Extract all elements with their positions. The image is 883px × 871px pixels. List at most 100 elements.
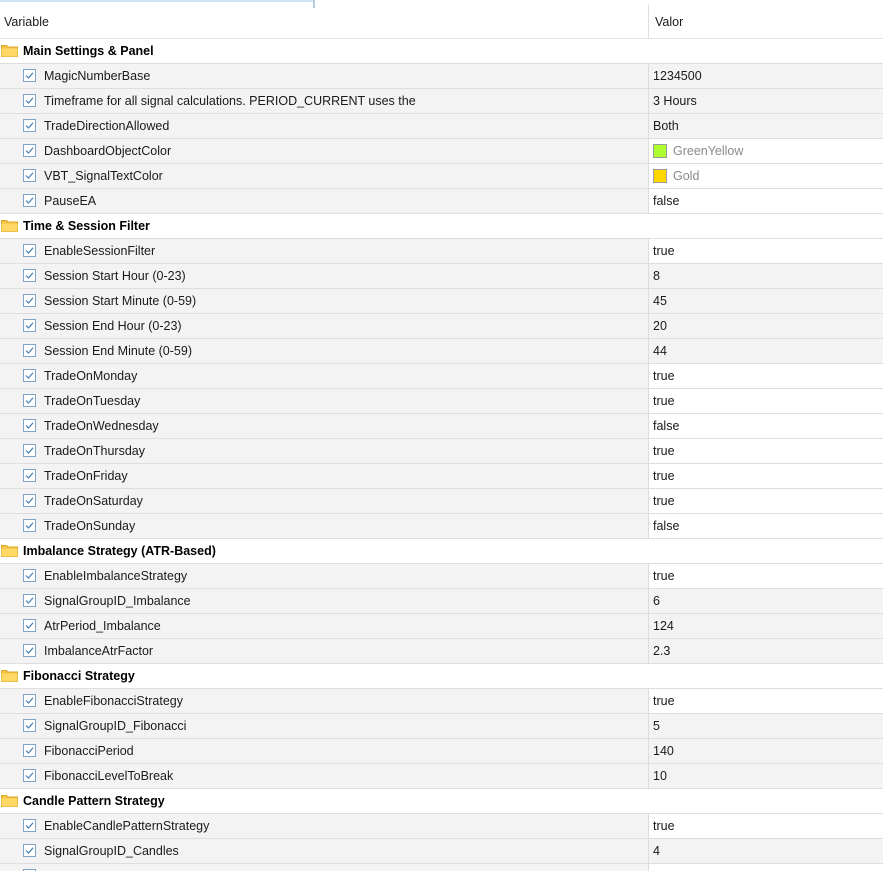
param-value-cell[interactable] — [649, 839, 883, 863]
param-name-cell[interactable] — [0, 189, 648, 213]
param-row[interactable]: SignalGroupID_Fibonacci 5 — [0, 714, 883, 739]
checkbox-checked-icon[interactable] — [23, 769, 36, 782]
color-swatch[interactable] — [653, 144, 667, 158]
group-row[interactable]: Time & Session Filter — [0, 214, 883, 239]
param-value[interactable]: 124 — [653, 618, 674, 634]
param-row[interactable]: EnableSessionFilter true — [0, 239, 883, 264]
param-value-cell[interactable] — [649, 489, 883, 513]
param-value[interactable]: true — [653, 693, 675, 709]
param-value-cell[interactable] — [649, 314, 883, 338]
param-value-cell[interactable] — [649, 564, 883, 588]
param-row[interactable]: Session End Minute (0-59) 44 — [0, 339, 883, 364]
checkbox-checked-icon[interactable] — [23, 319, 36, 332]
checkbox-checked-icon[interactable] — [23, 144, 36, 157]
param-value[interactable]: true — [653, 393, 675, 409]
param-value-cell[interactable] — [649, 739, 883, 763]
checkbox-checked-icon[interactable] — [23, 744, 36, 757]
param-value[interactable]: false — [653, 193, 679, 209]
param-row[interactable]: FibonacciPeriod 140 — [0, 739, 883, 764]
param-row[interactable]: TradeOnMonday true — [0, 364, 883, 389]
param-value-cell[interactable] — [649, 514, 883, 538]
checkbox-checked-icon[interactable] — [23, 244, 36, 257]
param-value[interactable]: 1234500 — [653, 68, 702, 84]
param-row[interactable]: Session End Hour (0-23) 20 — [0, 314, 883, 339]
param-value[interactable]: true — [653, 368, 675, 384]
checkbox-checked-icon[interactable] — [23, 494, 36, 507]
param-value-cell[interactable] — [649, 264, 883, 288]
checkbox-checked-icon[interactable] — [23, 369, 36, 382]
param-value[interactable]: 44 — [653, 343, 667, 359]
param-row[interactable]: Timeframe for all signal calculations. P… — [0, 89, 883, 114]
param-row[interactable]: VBT_SignalTextColor Gold — [0, 164, 883, 189]
checkbox-checked-icon[interactable] — [23, 394, 36, 407]
param-row[interactable]: SignalGroupID_Candles 4 — [0, 839, 883, 864]
param-value[interactable]: true — [653, 468, 675, 484]
param-value-cell[interactable] — [649, 439, 883, 463]
param-value-cell[interactable] — [649, 364, 883, 388]
param-row[interactable]: TradeOnFriday true — [0, 464, 883, 489]
group-row[interactable]: Candle Pattern Strategy — [0, 789, 883, 814]
param-value[interactable]: true — [653, 243, 675, 259]
param-value-cell[interactable] — [649, 189, 883, 213]
checkbox-checked-icon[interactable] — [23, 619, 36, 632]
param-row-partial[interactable] — [0, 864, 883, 871]
param-value[interactable]: true — [653, 818, 675, 834]
param-value[interactable]: Gold — [673, 168, 699, 184]
param-value[interactable]: false — [653, 518, 679, 534]
param-value[interactable]: 3 Hours — [653, 93, 697, 109]
param-row[interactable]: TradeOnWednesday false — [0, 414, 883, 439]
checkbox-checked-icon[interactable] — [23, 294, 36, 307]
param-value-cell[interactable] — [649, 389, 883, 413]
checkbox-checked-icon[interactable] — [23, 169, 36, 182]
param-value-cell[interactable] — [649, 464, 883, 488]
checkbox-checked-icon[interactable] — [23, 594, 36, 607]
param-value[interactable]: 45 — [653, 293, 667, 309]
param-row[interactable]: MagicNumberBase 1234500 — [0, 64, 883, 89]
param-value-cell[interactable] — [649, 689, 883, 713]
checkbox-checked-icon[interactable] — [23, 569, 36, 582]
checkbox-checked-icon[interactable] — [23, 844, 36, 857]
param-value[interactable]: 8 — [653, 268, 660, 284]
param-value[interactable]: Both — [653, 118, 679, 134]
param-value[interactable]: 20 — [653, 318, 667, 334]
param-value-cell[interactable] — [649, 239, 883, 263]
checkbox-checked-icon[interactable] — [23, 719, 36, 732]
param-value-cell[interactable] — [649, 639, 883, 663]
checkbox-checked-icon[interactable] — [23, 119, 36, 132]
param-value[interactable]: false — [653, 418, 679, 434]
param-value-cell[interactable] — [649, 414, 883, 438]
param-value-cell[interactable] — [649, 714, 883, 738]
param-row[interactable]: TradeOnSaturday true — [0, 489, 883, 514]
column-header-value[interactable]: Valor — [655, 14, 683, 30]
param-value[interactable]: 10 — [653, 768, 667, 784]
param-row[interactable]: AtrPeriod_Imbalance 124 — [0, 614, 883, 639]
param-row[interactable]: FibonacciLevelToBreak 10 — [0, 764, 883, 789]
param-row[interactable]: EnableFibonacciStrategy true — [0, 689, 883, 714]
param-value-cell[interactable] — [649, 289, 883, 313]
param-row[interactable]: TradeOnThursday true — [0, 439, 883, 464]
checkbox-checked-icon[interactable] — [23, 819, 36, 832]
param-value[interactable]: 2.3 — [653, 643, 670, 659]
param-value-cell[interactable] — [649, 764, 883, 788]
param-row[interactable]: PauseEA false — [0, 189, 883, 214]
param-row[interactable]: EnableImbalanceStrategy true — [0, 564, 883, 589]
param-row[interactable]: TradeDirectionAllowed Both — [0, 114, 883, 139]
checkbox-checked-icon[interactable] — [23, 469, 36, 482]
param-value-cell[interactable] — [649, 814, 883, 838]
param-row[interactable]: DashboardObjectColor GreenYellow — [0, 139, 883, 164]
group-row[interactable]: Main Settings & Panel — [0, 39, 883, 64]
checkbox-checked-icon[interactable] — [23, 519, 36, 532]
param-value[interactable]: 140 — [653, 743, 674, 759]
param-value-cell[interactable] — [649, 114, 883, 138]
param-value[interactable]: 5 — [653, 718, 660, 734]
param-row[interactable]: EnableCandlePatternStrategy true — [0, 814, 883, 839]
checkbox-checked-icon[interactable] — [23, 344, 36, 357]
checkbox-checked-icon[interactable] — [23, 444, 36, 457]
checkbox-checked-icon[interactable] — [23, 69, 36, 82]
group-row[interactable]: Fibonacci Strategy — [0, 664, 883, 689]
param-row[interactable]: ImbalanceAtrFactor 2.3 — [0, 639, 883, 664]
checkbox-checked-icon[interactable] — [23, 94, 36, 107]
param-value[interactable]: 6 — [653, 593, 660, 609]
checkbox-checked-icon[interactable] — [23, 694, 36, 707]
checkbox-checked-icon[interactable] — [23, 419, 36, 432]
